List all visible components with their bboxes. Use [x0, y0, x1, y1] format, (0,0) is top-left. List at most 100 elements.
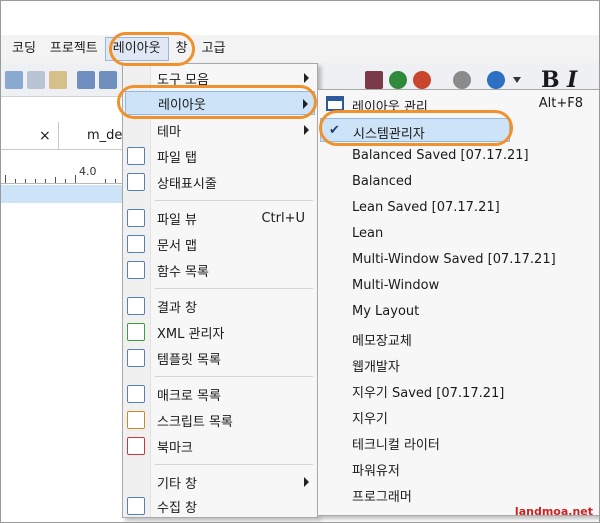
menu-item-script-list[interactable]: 스크립트 목록 — [125, 408, 315, 432]
submenu-item-layout[interactable]: Multi-Window — [320, 274, 597, 298]
cut-icon[interactable] — [5, 71, 23, 89]
menu-item-bookmarks[interactable]: 북마크 — [125, 434, 315, 458]
submenu-item-label: Lean — [352, 226, 384, 241]
document-tab-1[interactable]: × — [1, 122, 59, 150]
ruler-tick — [105, 179, 106, 183]
menu-item-label: 테마 — [157, 124, 181, 140]
menu-item-layout[interactable]: 레이아웃 — [125, 91, 315, 115]
submenu-item-shortcut: Alt+F8 — [538, 96, 583, 111]
menu-advanced[interactable]: 고급 — [195, 37, 233, 61]
menu-item-other-windows[interactable]: 기타 창 — [125, 470, 315, 494]
ruler-tick — [25, 179, 26, 183]
copy-icon[interactable] — [27, 71, 45, 89]
layout-submenu: 레이아웃 관리 Alt+F8 ✔ 시스템관리자 Balanced Saved [… — [317, 89, 599, 516]
submenu-item-sysadmin[interactable]: ✔ 시스템관리자 — [320, 118, 510, 142]
collection-window-icon — [127, 497, 145, 515]
paste-icon[interactable] — [49, 71, 67, 89]
menu-item-file-view[interactable]: 파일 뷰 Ctrl+U — [125, 206, 315, 230]
ruler-tick — [5, 175, 6, 183]
help-icon[interactable] — [487, 71, 505, 89]
layout-dropdown-menu: 도구 모음 레이아웃 테마 파일 탭 상태표시줄 파일 뷰 Ctrl+U 문서 … — [122, 63, 318, 518]
submenu-arrow-icon — [303, 99, 308, 109]
ruler-tick — [65, 179, 66, 183]
menu-item-label: 상태표시줄 — [157, 176, 217, 192]
menu-item-xml-manager[interactable]: XML 관리자 — [125, 320, 315, 344]
status-bar-icon — [127, 173, 145, 191]
submenu-arrow-icon — [304, 73, 309, 83]
close-tab-icon[interactable]: × — [39, 122, 51, 150]
redo-icon[interactable] — [99, 71, 117, 89]
ruler-tick — [115, 179, 116, 183]
function-list-icon — [127, 261, 145, 279]
submenu-item-layout[interactable]: 지우기 Saved [07.17.21] — [320, 378, 597, 402]
document-map-icon — [127, 235, 145, 253]
menu-item-label: 레이아웃 — [158, 97, 206, 113]
submenu-item-layout[interactable]: Balanced — [320, 170, 597, 194]
layout-manage-icon — [326, 96, 344, 111]
ruler-tick — [15, 179, 16, 183]
watermark: landmoa.net — [514, 505, 593, 518]
spellcheck-icon[interactable] — [365, 71, 383, 89]
submenu-item-layout[interactable]: 프로그래머 — [320, 482, 597, 506]
menu-separator — [155, 200, 313, 201]
xml-manager-icon — [127, 323, 145, 341]
menu-item-output-window[interactable]: 결과 창 — [125, 294, 315, 318]
menu-item-label: 함수 목록 — [157, 264, 209, 280]
submenu-item-layout[interactable]: My Layout — [320, 300, 597, 324]
submenu-item-layout[interactable]: Lean Saved [07.17.21] — [320, 196, 597, 220]
menu-item-file-tabs[interactable]: 파일 탭 — [125, 144, 315, 168]
ruler-tick — [45, 179, 46, 183]
submenu-item-layout[interactable]: 파워유저 — [320, 456, 597, 480]
submenu-item-label: 시스템관리자 — [353, 127, 425, 142]
submenu-item-layout[interactable]: 지우기 — [320, 404, 597, 428]
gear-icon[interactable] — [453, 71, 471, 89]
menu-window[interactable]: 창 — [169, 37, 195, 61]
submenu-item-layout[interactable]: 웹개발자 — [320, 352, 597, 376]
menu-item-label: 북마크 — [157, 440, 193, 456]
tab-label: m_de — [87, 128, 123, 143]
menu-item-label: 문서 맵 — [157, 238, 198, 254]
menu-item-collection-window[interactable]: 수집 창 — [125, 494, 315, 518]
submenu-item-layout[interactable]: 테크니컬 라이터 — [320, 430, 597, 454]
submenu-item-layout[interactable]: Multi-Window Saved [07.17.21] — [320, 248, 597, 272]
menu-item-toolbars[interactable]: 도구 모음 — [125, 66, 315, 90]
submenu-item-manage-layouts[interactable]: 레이아웃 관리 Alt+F8 — [320, 92, 597, 116]
file-view-icon — [127, 209, 145, 227]
file-tabs-icon — [127, 147, 145, 165]
menu-item-macro-list[interactable]: 매크로 목록 — [125, 382, 315, 406]
submenu-item-layout[interactable]: Lean — [320, 222, 597, 246]
submenu-item-label: 메모장교체 — [352, 334, 412, 349]
submenu-item-layout[interactable]: Balanced Saved [07.17.21] — [320, 144, 597, 168]
menu-item-theme[interactable]: 테마 — [125, 118, 315, 142]
toolbar-dropdown-icon[interactable] — [513, 77, 521, 85]
menu-project[interactable]: 프로젝트 — [43, 37, 105, 61]
menu-item-label: 파일 탭 — [157, 150, 198, 166]
undo-icon[interactable] — [77, 71, 95, 89]
menu-separator — [155, 464, 313, 465]
menu-item-label: 파일 뷰 — [157, 212, 198, 228]
menu-item-template-list[interactable]: 템플릿 목록 — [125, 346, 315, 370]
menu-item-label: 스크립트 목록 — [157, 414, 233, 430]
menu-layout[interactable]: 레이아웃 — [104, 37, 169, 61]
menu-item-label: 결과 창 — [157, 300, 198, 316]
menu-item-label: 템플릿 목록 — [157, 352, 221, 368]
menu-item-status-bar[interactable]: 상태표시줄 — [125, 170, 315, 194]
menu-bar: 코딩 프로젝트 레이아웃 창 고급 — [1, 35, 599, 63]
ruler-number: 4.0 — [79, 165, 97, 178]
bookmark-icon — [127, 437, 145, 455]
ruler-tick — [75, 175, 76, 183]
template-list-icon — [127, 349, 145, 367]
menu-item-function-list[interactable]: 함수 목록 — [125, 258, 315, 282]
menu-coding[interactable]: 코딩 — [5, 37, 43, 61]
menu-item-label: 도구 모음 — [157, 72, 209, 88]
browser-stop-icon[interactable] — [413, 71, 431, 89]
submenu-item-layout[interactable]: 메모장교체 — [320, 326, 597, 350]
menu-item-document-map[interactable]: 문서 맵 — [125, 232, 315, 256]
submenu-item-label: 지우기 — [352, 412, 388, 427]
submenu-item-label: Lean Saved [07.17.21] — [352, 200, 500, 215]
app-window: 코딩 프로젝트 레이아웃 창 고급 B I × m_de 4.0 도구 모음 레… — [0, 0, 600, 523]
document-tab-2[interactable]: m_de — [59, 122, 129, 150]
submenu-item-label: 프로그래머 — [352, 490, 412, 505]
submenu-item-label: 레이아웃 관리 — [352, 100, 428, 115]
browser-check-icon[interactable] — [389, 71, 407, 89]
